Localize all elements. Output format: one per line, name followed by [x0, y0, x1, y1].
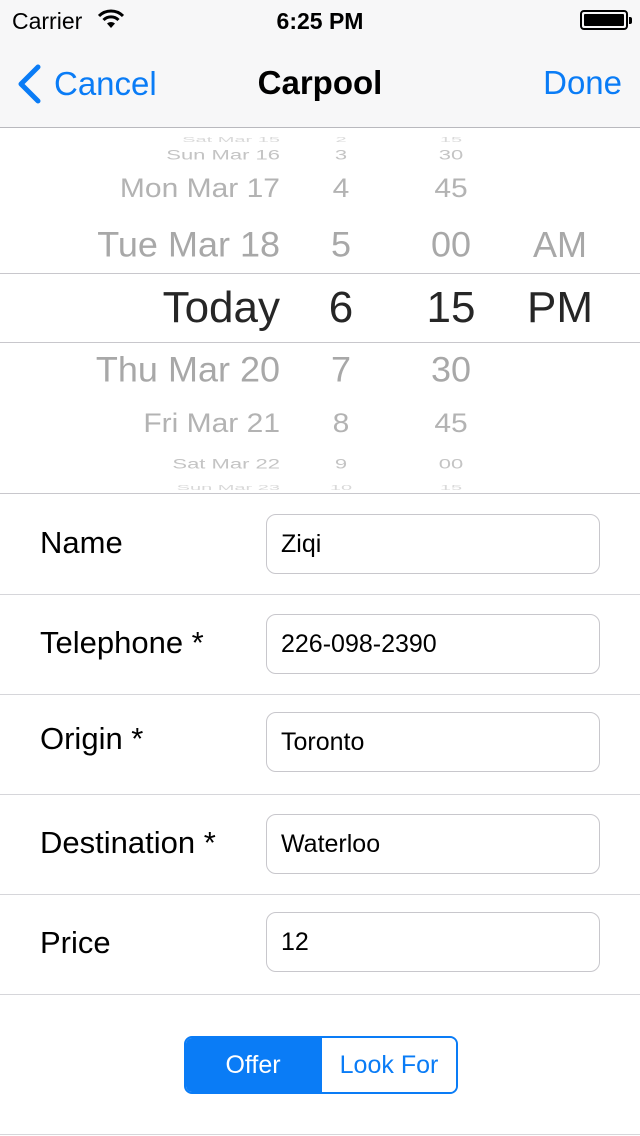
picker-date-option[interactable]: Thu Mar 20 — [96, 352, 280, 388]
picker-minute-option[interactable]: 45 — [420, 175, 482, 202]
picker-date-option[interactable]: Sat Mar 22 — [172, 457, 280, 471]
origin-row: Origin * — [0, 695, 640, 795]
picker-selection-bottom-line — [0, 342, 640, 343]
picker-hour-option[interactable]: 2 — [316, 137, 366, 144]
picker-hour-option[interactable]: 4 — [316, 175, 366, 202]
bottom-separator — [0, 1134, 640, 1135]
price-field[interactable] — [266, 912, 600, 972]
picker-date-option[interactable]: Mon Mar 17 — [120, 175, 280, 202]
picker-minute-option[interactable]: 30 — [420, 148, 482, 162]
name-field[interactable] — [266, 514, 600, 574]
destination-row: Destination * — [0, 795, 640, 895]
picker-date-selected[interactable]: Today — [163, 286, 280, 330]
picker-hour-option[interactable]: 3 — [316, 148, 366, 162]
date-time-picker[interactable]: Sat Mar 15 Sun Mar 16 Mon Mar 17 Tue Mar 18… — [0, 128, 640, 494]
price-label: Price — [40, 925, 111, 960]
picker-date-option[interactable]: Sun Mar 23 — [177, 485, 280, 492]
telephone-row: Telephone * — [0, 595, 640, 695]
picker-date-option[interactable]: Sat Mar 15 — [182, 137, 280, 144]
picker-minute-option[interactable]: 15 — [420, 137, 482, 144]
origin-label: Origin * — [40, 721, 144, 756]
picker-selection-top-line — [0, 273, 640, 274]
battery-icon — [580, 10, 632, 30]
picker-hour-option[interactable]: 8 — [316, 410, 366, 437]
price-row: Price — [0, 895, 640, 995]
picker-hour-selected[interactable]: 6 — [316, 286, 366, 330]
picker-date-option[interactable]: Tue Mar 18 — [97, 227, 280, 263]
picker-ampm-option[interactable]: AM — [520, 227, 600, 263]
telephone-label: Telephone * — [40, 625, 204, 660]
picker-minute-option[interactable]: 15 — [420, 485, 482, 492]
picker-hour-option[interactable]: 7 — [316, 352, 366, 388]
name-row: Name — [0, 495, 640, 595]
name-label: Name — [40, 525, 123, 560]
picker-hour-option[interactable]: 9 — [316, 457, 366, 471]
segment-look-for[interactable]: Look For — [320, 1038, 456, 1092]
offer-type-segmented-control: Offer Look For — [184, 1036, 458, 1094]
done-button[interactable]: Done — [543, 64, 622, 102]
status-bar: Carrier 6:25 PM — [0, 0, 640, 40]
status-time: 6:25 PM — [276, 8, 364, 34]
segment-offer[interactable]: Offer — [186, 1038, 320, 1092]
picker-minute-selected[interactable]: 15 — [420, 286, 482, 330]
picker-hour-option[interactable]: 5 — [316, 227, 366, 263]
picker-date-option[interactable]: Sun Mar 16 — [166, 148, 280, 162]
picker-date-option[interactable]: Fri Mar 21 — [143, 410, 280, 437]
destination-field[interactable] — [266, 814, 600, 874]
picker-minute-option[interactable]: 45 — [420, 410, 482, 437]
telephone-field[interactable] — [266, 614, 600, 674]
picker-hour-option[interactable]: 10 — [316, 485, 366, 492]
destination-label: Destination * — [40, 825, 216, 860]
navigation-bar: Carrier 6:25 PM Cancel Carpool Done — [0, 0, 640, 128]
picker-minute-option[interactable]: 30 — [420, 352, 482, 388]
picker-ampm-selected[interactable]: PM — [520, 286, 600, 330]
origin-field[interactable] — [266, 712, 600, 772]
picker-minute-option[interactable]: 00 — [420, 227, 482, 263]
picker-minute-option[interactable]: 00 — [420, 457, 482, 471]
